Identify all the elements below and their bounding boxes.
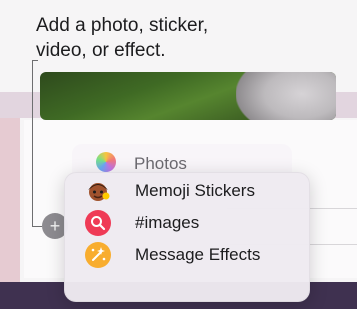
callout-line-2: video, or effect. bbox=[36, 40, 166, 61]
message-effects-icon bbox=[85, 242, 111, 268]
menu-item-label: Memoji Stickers bbox=[135, 181, 255, 200]
message-photo bbox=[40, 72, 336, 120]
photos-icon bbox=[96, 152, 116, 172]
callout-caption: Add a photo, sticker, video, or effect. bbox=[36, 13, 336, 63]
menu-item-message-effects[interactable]: Message Effects bbox=[65, 239, 309, 271]
app-popup-menu: Memoji Stickers #images Message Effects bbox=[64, 172, 310, 302]
plus-icon: + bbox=[49, 216, 61, 236]
menu-item-label: Photos bbox=[134, 154, 187, 173]
callout-line-1: Add a photo, sticker, bbox=[36, 15, 209, 36]
menu-item-label: Message Effects bbox=[135, 245, 261, 264]
memoji-icon bbox=[85, 178, 111, 204]
callout-leader bbox=[32, 60, 33, 226]
menu-item-images[interactable]: #images bbox=[65, 207, 309, 239]
callout-leader bbox=[32, 226, 42, 227]
menu-item-label: #images bbox=[135, 213, 200, 232]
menu-item-memoji-stickers[interactable]: Memoji Stickers bbox=[65, 175, 309, 207]
images-search-icon bbox=[85, 210, 111, 236]
sidebar-strip bbox=[0, 92, 20, 282]
